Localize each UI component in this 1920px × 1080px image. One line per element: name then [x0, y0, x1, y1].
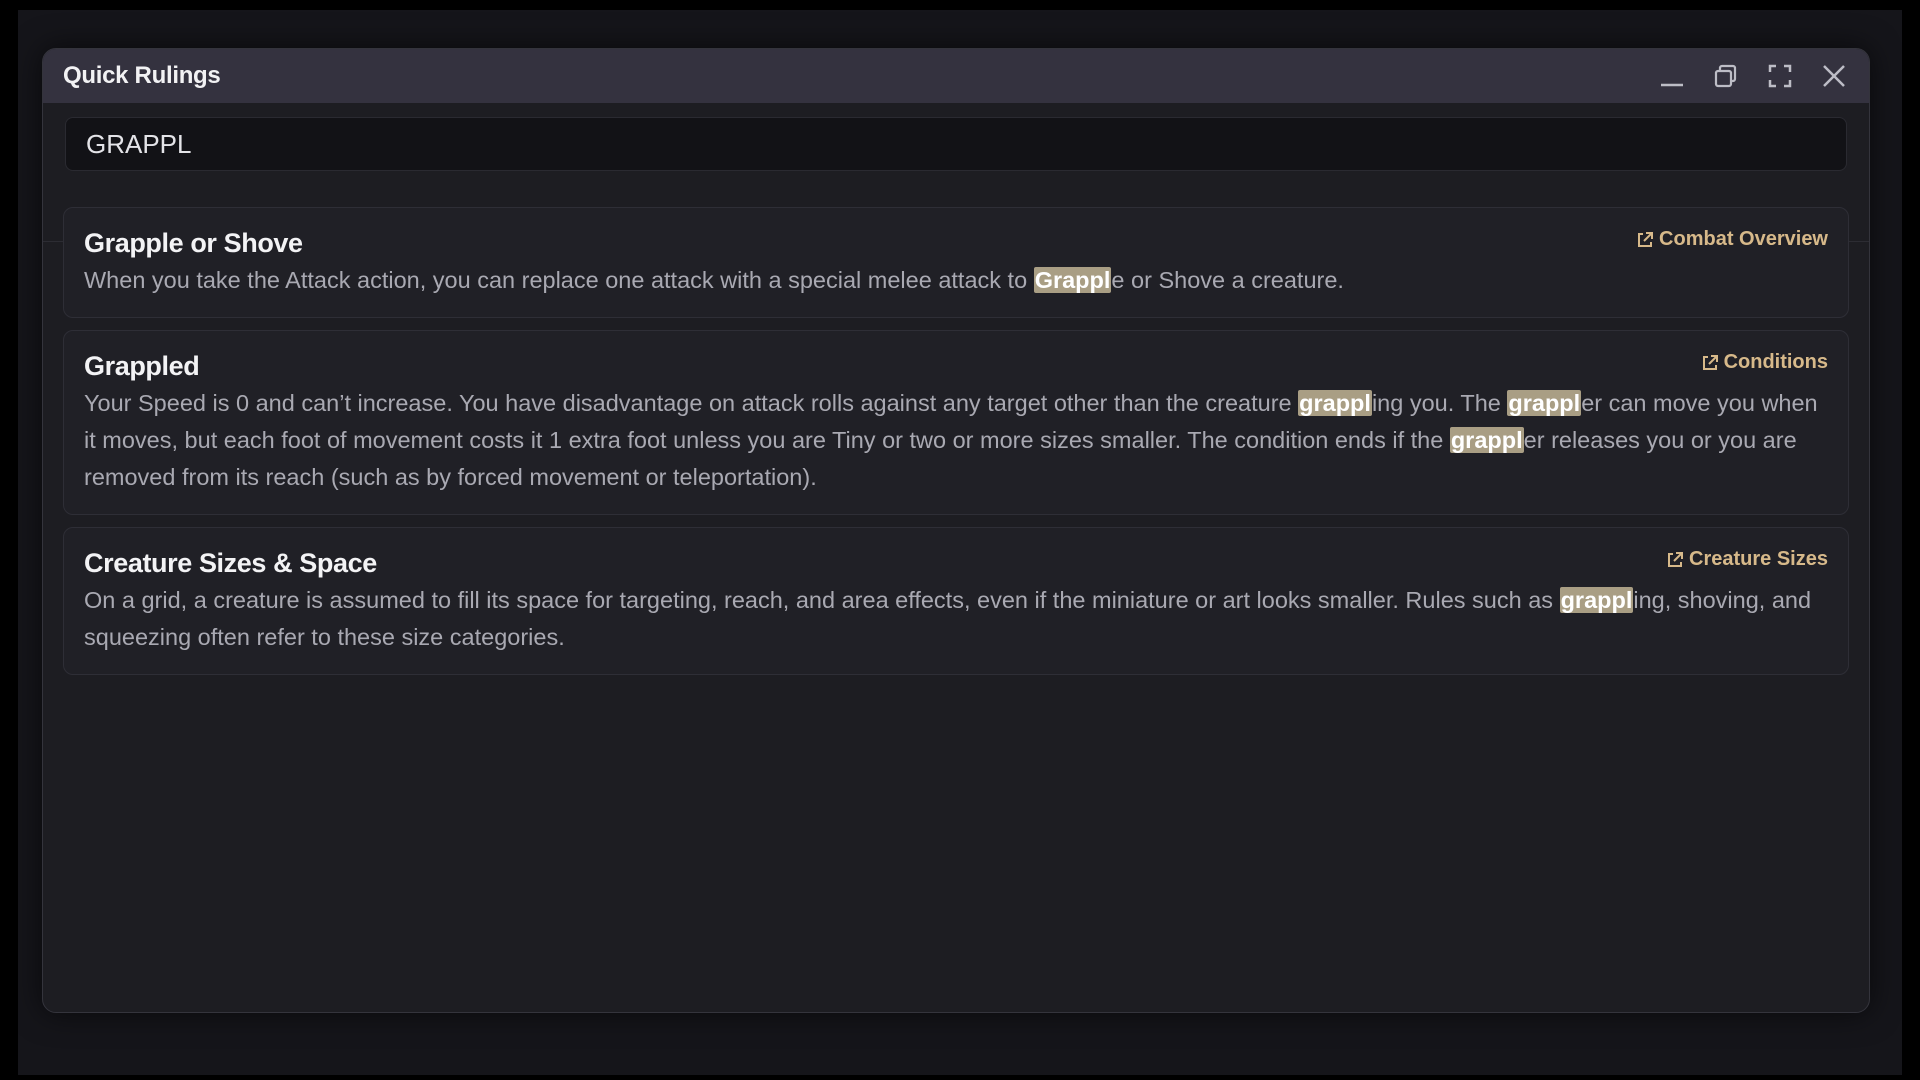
result-body: On a grid, a creature is assumed to fill… [84, 582, 1828, 656]
body-text: ing you. The [1371, 390, 1508, 416]
close-button[interactable] [1813, 55, 1855, 97]
body-text: e or Shove a creature. [1111, 267, 1344, 293]
result-card[interactable]: Grapple or Shove Combat Overview When yo… [63, 207, 1849, 318]
source-link[interactable]: Combat Overview [1636, 228, 1828, 251]
body-text: On a grid, a creature is assumed to fill… [84, 587, 1560, 613]
results-list: Grapple or Shove Combat Overview When yo… [63, 207, 1849, 687]
result-card[interactable]: Creature Sizes & Space Creature Sizes On… [63, 527, 1849, 675]
source-link[interactable]: Conditions [1701, 351, 1828, 374]
source-link-label: Creature Sizes [1689, 548, 1828, 570]
fullscreen-icon [1768, 64, 1792, 88]
result-body: Your Speed is 0 and can’t increase. You … [84, 385, 1828, 496]
body-text: When you take the Attack action, you can… [84, 267, 1034, 293]
search-input[interactable] [65, 117, 1847, 171]
restore-icon [1714, 64, 1737, 88]
window-controls [1639, 49, 1855, 103]
source-link-label: Conditions [1723, 351, 1828, 373]
title-bar[interactable]: Quick Rulings [43, 49, 1869, 103]
source-link[interactable]: Creature Sizes [1666, 548, 1828, 571]
match-highlight: Grappl [1033, 267, 1112, 293]
result-title: Grappled [84, 351, 200, 381]
match-highlight: grappl [1298, 390, 1372, 416]
source-link-label: Combat Overview [1659, 228, 1828, 250]
result-title: Creature Sizes & Space [84, 548, 377, 578]
quick-rulings-window: Quick Rulings GRAPPL Grapple or Shove Co… [42, 48, 1870, 1013]
minimize-icon [1661, 83, 1683, 87]
fullscreen-button[interactable] [1759, 55, 1801, 97]
external-link-icon [1702, 354, 1718, 370]
restore-button[interactable] [1705, 55, 1747, 97]
external-link-icon [1638, 231, 1654, 247]
external-link-icon [1668, 551, 1684, 567]
result-body: When you take the Attack action, you can… [84, 262, 1828, 299]
match-highlight: grappl [1507, 390, 1582, 416]
window-title: Quick Rulings [63, 62, 221, 89]
body-text: Your Speed is 0 and can’t increase. You … [84, 390, 1299, 416]
result-card[interactable]: Grappled Conditions Your Speed is 0 and … [63, 330, 1849, 515]
match-highlight: grappl [1449, 427, 1524, 453]
match-highlight: grappl [1559, 587, 1634, 613]
minimize-button[interactable] [1651, 55, 1693, 97]
close-icon [1823, 65, 1845, 87]
result-title: Grapple or Shove [84, 228, 303, 258]
